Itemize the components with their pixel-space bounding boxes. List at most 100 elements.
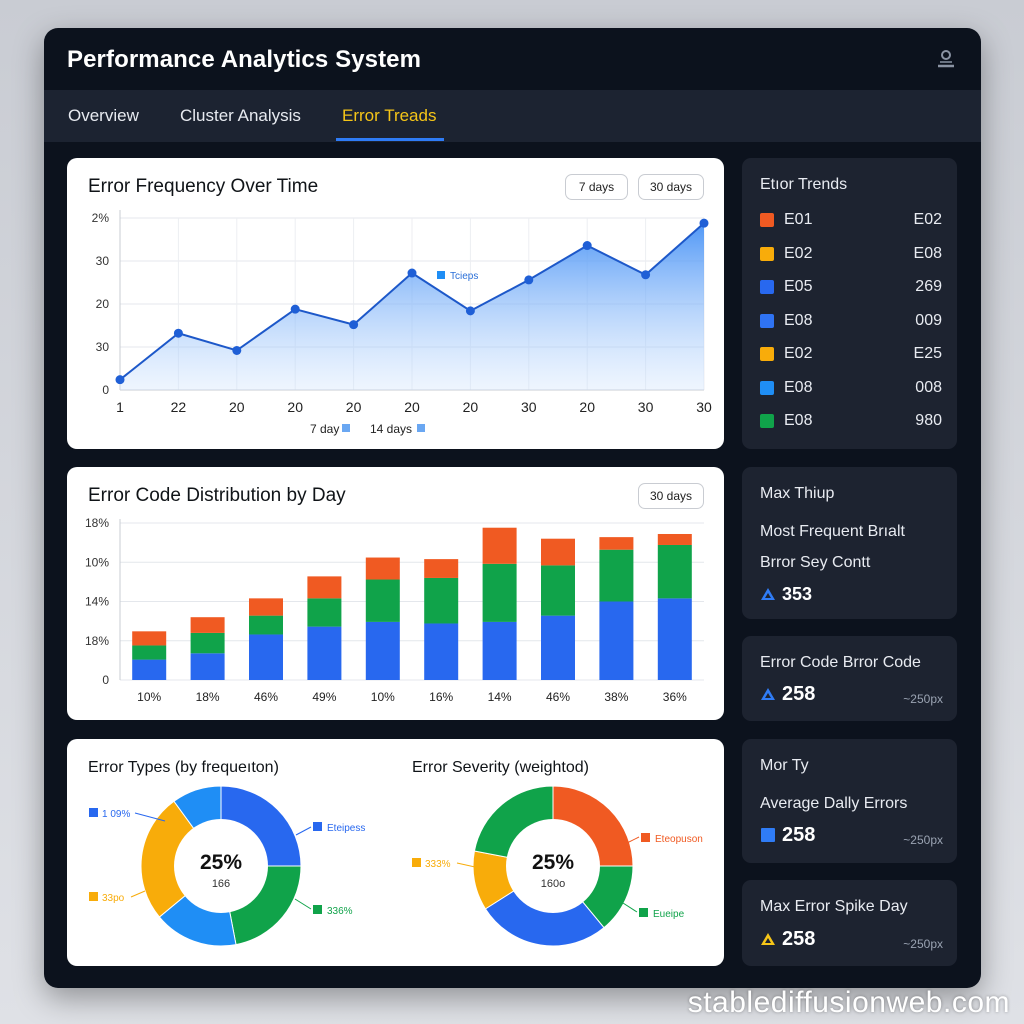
error-frequency-chart: 0 30 20 30 2% 1 22 20 20 20 20 20 30 20 30 30 Tcieps 7… <box>92 210 712 436</box>
distribution-bar-segment <box>541 615 575 680</box>
trend-code: E08 <box>784 412 813 429</box>
distribution-x-tick: 49% <box>312 690 336 704</box>
distribution-bar-segment <box>132 631 167 646</box>
frequency-x-tick: 20 <box>404 399 420 415</box>
frequency-x-tick: 20 <box>287 399 303 415</box>
trend-swatch <box>760 213 774 227</box>
trend-code: E02 <box>784 244 813 262</box>
annotation-marker <box>437 271 445 279</box>
trend-row: E05 269 <box>760 277 942 297</box>
frequency-x-tick: 1 <box>116 399 124 415</box>
legend-swatch-14-days <box>417 424 425 432</box>
distribution-bar-segment <box>190 653 225 680</box>
user-icon[interactable] <box>935 48 957 70</box>
tab-overview[interactable]: Overview <box>68 106 139 126</box>
max-spike-value-row: 258 <box>760 928 815 951</box>
trend-row: E08 009 <box>760 311 942 331</box>
frequency-point <box>524 275 534 285</box>
max-spike-panel: Max Error Spike Day 258 ~250px <box>742 880 957 966</box>
distribution-bar-segment <box>307 576 342 599</box>
distribution-bar-segment <box>365 579 400 622</box>
trend-row: E08 008 <box>760 378 942 398</box>
frequency-point <box>641 270 651 280</box>
trend-value: 009 <box>915 311 942 329</box>
distribution-bar-segment <box>249 634 283 680</box>
frequency-y-tick: 20 <box>96 297 110 311</box>
frequency-point <box>699 218 709 228</box>
left-label-3: 336% <box>327 906 353 917</box>
distribution-x-tick: 46% <box>254 690 278 704</box>
trend-value: E25 <box>913 345 942 362</box>
left-label-leader-3 <box>294 898 312 910</box>
frequency-point <box>115 375 125 385</box>
error-severity-title: Error Severity (weightod) <box>412 759 589 776</box>
trend-code: E02 <box>784 345 813 362</box>
distribution-y-tick: 0 <box>102 673 109 687</box>
triangle-icon <box>761 688 775 700</box>
frequency-point <box>290 304 300 314</box>
average-errors-label: Average Dally Errors <box>760 795 908 812</box>
tab-cluster-analysis[interactable]: Cluster Analysis <box>180 106 301 126</box>
trend-swatch <box>760 414 774 428</box>
left-label-swatch-3 <box>313 905 322 914</box>
triangle-icon <box>761 588 775 600</box>
average-errors-panel: Mor Ty Average Dally Errors 258 ~250px <box>742 739 957 863</box>
frequency-x-tick: 30 <box>696 399 712 415</box>
left-label-4: 33po <box>102 893 125 904</box>
max-stat-title: Max Thiup <box>760 485 835 502</box>
legend-label-7-day: 7 day <box>310 422 339 436</box>
error-distribution-chart: 0 18% 14% 10% 18% 10% 18% 46% 49% 10% 16% 14% 46% 38… <box>85 516 704 704</box>
right-label-swatch-2 <box>639 908 648 917</box>
frequency-y-tick: 30 <box>96 254 110 268</box>
distribution-bar-segment <box>365 557 400 580</box>
donut-card: Error Types (by frequeıton) Error Severi… <box>67 739 724 966</box>
frequency-x-tick: 20 <box>346 399 362 415</box>
right-donut-center-sub: 160o <box>541 878 565 890</box>
trend-value: 008 <box>915 378 942 396</box>
error-types-title: Error Types (by frequeıton) <box>88 759 279 776</box>
title-bar: Performance Analytics System <box>44 28 981 90</box>
square-icon <box>761 828 775 842</box>
frequency-x-tick: 30 <box>638 399 654 415</box>
right-label-leader-3 <box>456 862 476 868</box>
frequency-point <box>349 320 359 330</box>
distribution-bar-segment <box>657 533 692 545</box>
tab-bar: Overview Cluster Analysis Error Treads <box>44 90 981 142</box>
max-spike-sub: ~250px <box>903 937 943 951</box>
frequency-x-tick: 20 <box>463 399 479 415</box>
distribution-x-tick: 18% <box>196 690 220 704</box>
left-donut-center-sub: 166 <box>212 878 230 890</box>
distribution-y-tick: 18% <box>85 634 109 648</box>
frequency-point <box>173 328 183 338</box>
distribution-bar-segment <box>249 615 283 635</box>
trend-swatch <box>760 347 774 361</box>
left-label-swatch-4 <box>89 892 98 901</box>
frequency-y-tick: 0 <box>102 383 109 397</box>
right-label-3: 333% <box>425 859 451 870</box>
frequency-point <box>232 345 242 355</box>
distribution-bar-segment <box>307 598 342 627</box>
max-stat-line-2: Brror Sey Contt <box>760 554 871 571</box>
error-frequency-card: Error Frequency Over Time 7 days 30 days… <box>67 158 724 449</box>
distribution-bar-segment <box>541 538 575 566</box>
donut-charts: Error Types (by frequeıton) Error Severi… <box>88 759 703 947</box>
left-label-swatch-2 <box>313 822 322 831</box>
left-label-2: Eteipess <box>327 823 365 834</box>
distribution-bar-segment <box>249 598 283 616</box>
distribution-bar-segment <box>190 632 225 654</box>
distribution-x-tick: 10% <box>137 690 161 704</box>
distribution-x-tick: 14% <box>488 690 512 704</box>
frequency-point <box>465 306 475 316</box>
trend-value: E02 <box>913 211 942 228</box>
distribution-bar-segment <box>599 601 634 680</box>
error-trends-title: Etıor Trends <box>760 176 848 193</box>
trend-swatch <box>760 280 774 294</box>
left-label-leader-4 <box>130 890 146 898</box>
distribution-x-tick: 10% <box>371 690 395 704</box>
tab-error-trends[interactable]: Error Treads <box>342 106 436 126</box>
trend-swatch <box>760 380 774 395</box>
frequency-y-tick: 30 <box>96 340 110 354</box>
frequency-point <box>407 268 417 278</box>
distribution-bar-segment <box>599 549 634 602</box>
error-code-value-row: 258 <box>760 683 815 706</box>
